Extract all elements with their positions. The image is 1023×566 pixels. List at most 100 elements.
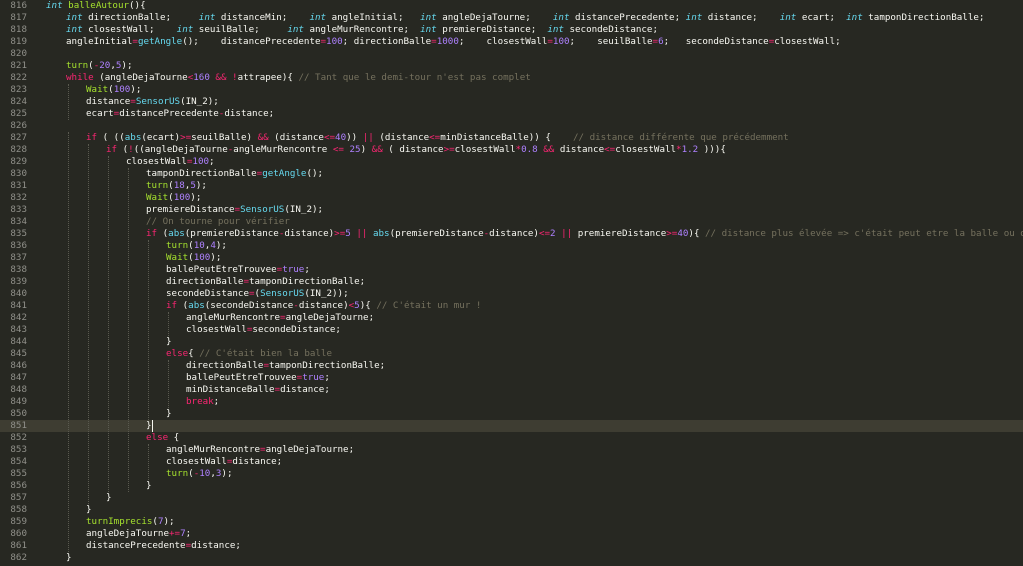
code-line[interactable]: 853 angleMurRencontre=angleDejaTourne; (0, 444, 1023, 456)
code-line[interactable]: 820 (0, 48, 1023, 60)
code-line[interactable]: 839 directionBalle=tamponDirectionBalle; (0, 276, 1023, 288)
indent-guide (108, 156, 109, 492)
indent-guide (168, 312, 169, 336)
code-line[interactable]: 856} (0, 480, 1023, 492)
code-line[interactable]: 819 angleInitial=getAngle(); distancePrec… (0, 36, 1023, 48)
line-number: 843 (10, 324, 27, 335)
code-token: && (371, 144, 383, 155)
code-token: true (302, 372, 325, 383)
code-line[interactable]: 817 int directionBalle; int distanceMin; … (0, 12, 1023, 24)
code-line[interactable]: 827 if ( ((abs(ecart)>=seuilBalle) && (di… (0, 132, 1023, 144)
code-token: 100 (552, 36, 570, 47)
code-line[interactable]: 858} (0, 504, 1023, 516)
code-line[interactable]: 824 distance=SensorUS(IN_2); (0, 96, 1023, 108)
code-line[interactable]: 821 turn(-20,5); (0, 60, 1023, 72)
code-line[interactable]: 830 tamponDirectionBalle=getAngle(); (0, 168, 1023, 180)
code-token: } (106, 492, 112, 503)
code-line[interactable]: 840 secondeDistance=(SensorUS(IN_2)); (0, 288, 1023, 300)
code-token: getAngle (262, 168, 307, 179)
code-line[interactable]: 836 turn(10,4); (0, 240, 1023, 252)
line-number: 826 (10, 120, 27, 131)
code-line[interactable]: 843 closestWall=secondeDistance; (0, 324, 1023, 336)
code-editor[interactable]: 816 int balleAutour(){817 int directionBal… (0, 0, 1023, 566)
code-line[interactable]: 838 ballePeutEtreTrouvee=true; (0, 264, 1023, 276)
code-line[interactable]: 822 while (angleDejaTourne<160 && !attrap… (0, 72, 1023, 84)
line-code: ballePeutEtreTrouvee=true; (186, 372, 330, 384)
code-line[interactable]: 842 angleMurRencontre=angleDejaTourne; (0, 312, 1023, 324)
code-token: angleInitial; (326, 12, 421, 23)
code-token: int (46, 0, 63, 11)
code-token: closestWall (454, 144, 516, 155)
code-token: int (552, 12, 570, 23)
code-line[interactable]: 818 int closestWall; int seuilBalle; int … (0, 24, 1023, 36)
code-token: directionBalle (186, 360, 264, 371)
code-token: 100 (113, 84, 131, 95)
code-token: int (547, 24, 564, 35)
line-code: turn(18,5); (146, 180, 207, 192)
code-line[interactable]: 832 Wait(100); (0, 192, 1023, 204)
code-token: int (685, 12, 703, 23)
code-token: 10 (193, 240, 205, 251)
code-token: distance (554, 144, 605, 155)
code-line[interactable]: 852 else { (0, 432, 1023, 444)
line-code: Wait(100); (166, 252, 221, 264)
indent-guide (128, 168, 129, 492)
code-line[interactable]: 835 if (abs(premiereDistance-distance)>=5… (0, 228, 1023, 240)
code-line[interactable]: 860 angleDejaTourne+=7; (0, 528, 1023, 540)
code-line[interactable]: 848 minDistanceBalle=distance; (0, 384, 1023, 396)
code-line[interactable]: 855 turn(-10,3); (0, 468, 1023, 480)
code-token: angleInitial (66, 36, 133, 47)
code-token: 40 (335, 132, 347, 143)
code-line[interactable]: 850} (0, 408, 1023, 420)
line-number: 855 (10, 468, 27, 479)
code-token: balleAutour (68, 0, 130, 11)
code-line[interactable]: 844} (0, 336, 1023, 348)
line-code: if (abs(secondeDistance-distance)<5){ //… (166, 300, 481, 312)
line-number: 841 (10, 300, 27, 311)
code-token: minDistanceBalle (186, 384, 275, 395)
code-line[interactable]: 845 else{ // C'était bien la balle (0, 348, 1023, 360)
code-token: } (146, 420, 152, 431)
code-line[interactable]: 837 Wait(100); (0, 252, 1023, 264)
line-code: } (146, 480, 152, 492)
code-line[interactable]: 834 // On tourne pour vérifier (0, 216, 1023, 228)
code-token: angleMurRencontre (186, 312, 281, 323)
code-token: distance) (284, 228, 335, 239)
code-line[interactable]: 849 break; (0, 396, 1023, 408)
code-line[interactable]: 823 Wait(100); (0, 84, 1023, 96)
code-line[interactable]: 829 closestWall=100; (0, 156, 1023, 168)
line-number: 839 (10, 276, 27, 287)
line-number: 840 (10, 288, 27, 299)
code-token: true (282, 264, 305, 275)
line-code: angleInitial=getAngle(); distancePrecede… (66, 36, 841, 48)
code-line[interactable]: 841 if (abs(secondeDistance-distance)<5){… (0, 300, 1023, 312)
line-code: turn(-10,3); (166, 468, 232, 480)
code-line[interactable]: 854 closestWall=distance; (0, 456, 1023, 468)
line-number: 838 (10, 264, 27, 275)
code-line[interactable]: 859 turnImprecis(7); (0, 516, 1023, 528)
code-line[interactable]: 847 ballePeutEtreTrouvee=true; (0, 372, 1023, 384)
code-line[interactable]: 851} (0, 420, 1023, 432)
code-token: ( (( (97, 132, 125, 143)
code-token: turn (166, 468, 189, 479)
code-line[interactable]: 857} (0, 492, 1023, 504)
code-token: seuilBalle) (191, 132, 258, 143)
code-line[interactable]: 825 ecart=distancePrecedente-distance; (0, 108, 1023, 120)
line-number: 818 (10, 24, 27, 35)
code-line[interactable]: 828 if (!((angleDejaTourne-angleMurRencon… (0, 144, 1023, 156)
code-token: (premiereDistance (184, 228, 279, 239)
code-token: ballePeutEtreTrouvee (166, 264, 277, 275)
code-token: ; (209, 156, 215, 167)
code-line[interactable]: 831 turn(18,5); (0, 180, 1023, 192)
code-line[interactable]: 862} (0, 552, 1023, 564)
code-line[interactable]: 816 int balleAutour(){ (0, 0, 1023, 12)
code-line[interactable]: 861 distancePrecedente=distance; (0, 540, 1023, 552)
code-line[interactable]: 833 premiereDistance=SensorUS(IN_2); (0, 204, 1023, 216)
code-token: += (168, 528, 181, 539)
code-token: abs (168, 228, 185, 239)
code-token: 10 (199, 468, 211, 479)
code-line[interactable]: 846 directionBalle=tamponDirectionBalle; (0, 360, 1023, 372)
code-line[interactable]: 826 (0, 120, 1023, 132)
line-number: 817 (10, 12, 27, 23)
line-code: closestWall=100; (126, 156, 215, 168)
